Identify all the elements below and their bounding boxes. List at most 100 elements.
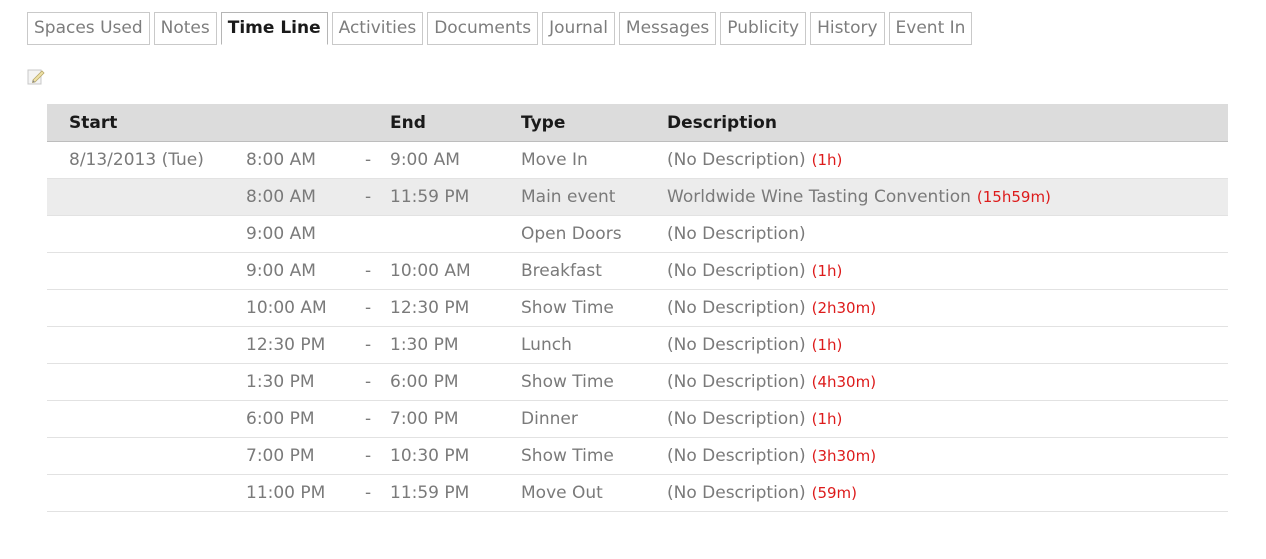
tab-bar: Spaces Used Notes Time Line Activities Docum… xyxy=(27,12,1266,45)
row-description: (No Description) xyxy=(667,224,806,244)
row-description-cell: (No Description) (1h) xyxy=(667,400,1228,438)
header-separator xyxy=(365,104,390,142)
row-start-time: 8:00 AM xyxy=(246,178,365,216)
row-type: Breakfast xyxy=(521,252,667,290)
row-start-time: 7:00 PM xyxy=(246,437,365,475)
header-type[interactable]: Type xyxy=(521,104,667,142)
row-date xyxy=(47,400,246,438)
tab-notes[interactable]: Notes xyxy=(153,12,217,45)
row-dash xyxy=(365,215,390,253)
row-duration: (1h) xyxy=(811,410,843,428)
row-description-cell: (No Description) (3h30m) xyxy=(667,437,1228,475)
row-date: 8/13/2013 (Tue) xyxy=(47,141,246,179)
row-date xyxy=(47,178,246,216)
tab-journal[interactable]: Journal xyxy=(542,12,615,45)
row-date xyxy=(47,474,246,512)
row-description: (No Description) xyxy=(667,150,806,170)
row-duration: (59m) xyxy=(811,484,858,502)
row-type: Open Doors xyxy=(521,215,667,253)
table-row[interactable]: 11:00 PM - 11:59 PM Move Out (No Descrip… xyxy=(47,474,1228,512)
row-description-cell: (No Description) (1h) xyxy=(667,252,1228,290)
row-dash: - xyxy=(365,363,390,401)
tab-spaces-used[interactable]: Spaces Used xyxy=(27,12,150,45)
tab-activities[interactable]: Activities xyxy=(331,12,424,45)
row-end-time: 10:30 PM xyxy=(390,437,521,475)
row-dash: - xyxy=(365,289,390,327)
row-description-cell: (No Description) (4h30m) xyxy=(667,363,1228,401)
row-start-time: 8:00 AM xyxy=(246,141,365,179)
tab-history[interactable]: History xyxy=(810,12,885,45)
row-description: (No Description) xyxy=(667,372,806,392)
row-end-time: 12:30 PM xyxy=(390,289,521,327)
row-duration: (4h30m) xyxy=(811,373,877,391)
row-dash: - xyxy=(365,474,390,512)
row-duration: (3h30m) xyxy=(811,447,877,465)
timeline-table: Start End Type Description 8/13/2013 (Tu… xyxy=(47,104,1228,512)
row-start-time: 11:00 PM xyxy=(246,474,365,512)
row-type: Dinner xyxy=(521,400,667,438)
row-date xyxy=(47,252,246,290)
row-description-cell: (No Description) xyxy=(667,215,1228,253)
row-end-time: 9:00 AM xyxy=(390,141,521,179)
header-description[interactable]: Description xyxy=(667,104,1228,142)
row-type: Move Out xyxy=(521,474,667,512)
row-description: (No Description) xyxy=(667,483,806,503)
row-end-time xyxy=(390,215,521,253)
row-description: (No Description) xyxy=(667,261,806,281)
row-type: Show Time xyxy=(521,437,667,475)
row-duration: (1h) xyxy=(811,336,843,354)
header-end[interactable]: End xyxy=(390,104,521,142)
row-duration: (1h) xyxy=(811,151,843,169)
row-date xyxy=(47,363,246,401)
row-description-cell: (No Description) (2h30m) xyxy=(667,289,1228,327)
table-row[interactable]: 6:00 PM - 7:00 PM Dinner (No Description… xyxy=(47,400,1228,438)
row-date xyxy=(47,326,246,364)
tab-documents[interactable]: Documents xyxy=(427,12,539,45)
table-row[interactable]: 10:00 AM - 12:30 PM Show Time (No Descri… xyxy=(47,289,1228,327)
tab-messages[interactable]: Messages xyxy=(618,12,717,45)
table-row[interactable]: 7:00 PM - 10:30 PM Show Time (No Descrip… xyxy=(47,437,1228,475)
tab-event-info[interactable]: Event In xyxy=(888,12,973,45)
row-start-time: 6:00 PM xyxy=(246,400,365,438)
row-dash: - xyxy=(365,141,390,179)
table-row[interactable]: 8/13/2013 (Tue) 8:00 AM - 9:00 AM Move I… xyxy=(47,141,1228,179)
row-duration: (15h59m) xyxy=(976,188,1051,206)
row-duration: (1h) xyxy=(811,262,843,280)
row-description-cell: (No Description) (1h) xyxy=(667,141,1228,179)
row-dash: - xyxy=(365,326,390,364)
table-row[interactable]: 9:00 AM - 10:00 AM Breakfast (No Descrip… xyxy=(47,252,1228,290)
row-type: Lunch xyxy=(521,326,667,364)
table-header-row: Start End Type Description xyxy=(47,104,1228,142)
row-date xyxy=(47,437,246,475)
row-type: Show Time xyxy=(521,289,667,327)
row-date xyxy=(47,289,246,327)
table-row[interactable]: 1:30 PM - 6:00 PM Show Time (No Descript… xyxy=(47,363,1228,401)
tab-time-line[interactable]: Time Line xyxy=(220,12,328,45)
row-description: (No Description) xyxy=(667,298,806,318)
row-date xyxy=(47,215,246,253)
row-type: Show Time xyxy=(521,363,667,401)
row-start-time: 1:30 PM xyxy=(246,363,365,401)
row-end-time: 7:00 PM xyxy=(390,400,521,438)
row-description-cell: (No Description) (1h) xyxy=(667,326,1228,364)
row-type: Main event xyxy=(521,178,667,216)
row-dash: - xyxy=(365,252,390,290)
row-description-cell: (No Description) (59m) xyxy=(667,474,1228,512)
row-description: (No Description) xyxy=(667,446,806,466)
row-description: Worldwide Wine Tasting Convention xyxy=(667,187,971,207)
row-description-cell: Worldwide Wine Tasting Convention (15h59m… xyxy=(667,178,1228,216)
table-row[interactable]: 9:00 AM Open Doors (No Description) xyxy=(47,215,1228,253)
table-row[interactable]: 12:30 PM - 1:30 PM Lunch (No Description… xyxy=(47,326,1228,364)
row-end-time: 1:30 PM xyxy=(390,326,521,364)
table-row[interactable]: 8:00 AM - 11:59 PM Main event Worldwide … xyxy=(47,178,1228,216)
pencil-icon[interactable] xyxy=(26,66,46,86)
header-start[interactable]: Start xyxy=(47,104,365,142)
row-end-time: 11:59 PM xyxy=(390,178,521,216)
row-type: Move In xyxy=(521,141,667,179)
row-start-time: 12:30 PM xyxy=(246,326,365,364)
row-dash: - xyxy=(365,437,390,475)
row-end-time: 6:00 PM xyxy=(390,363,521,401)
tab-publicity[interactable]: Publicity xyxy=(720,12,807,45)
row-dash: - xyxy=(365,178,390,216)
row-start-time: 9:00 AM xyxy=(246,215,365,253)
